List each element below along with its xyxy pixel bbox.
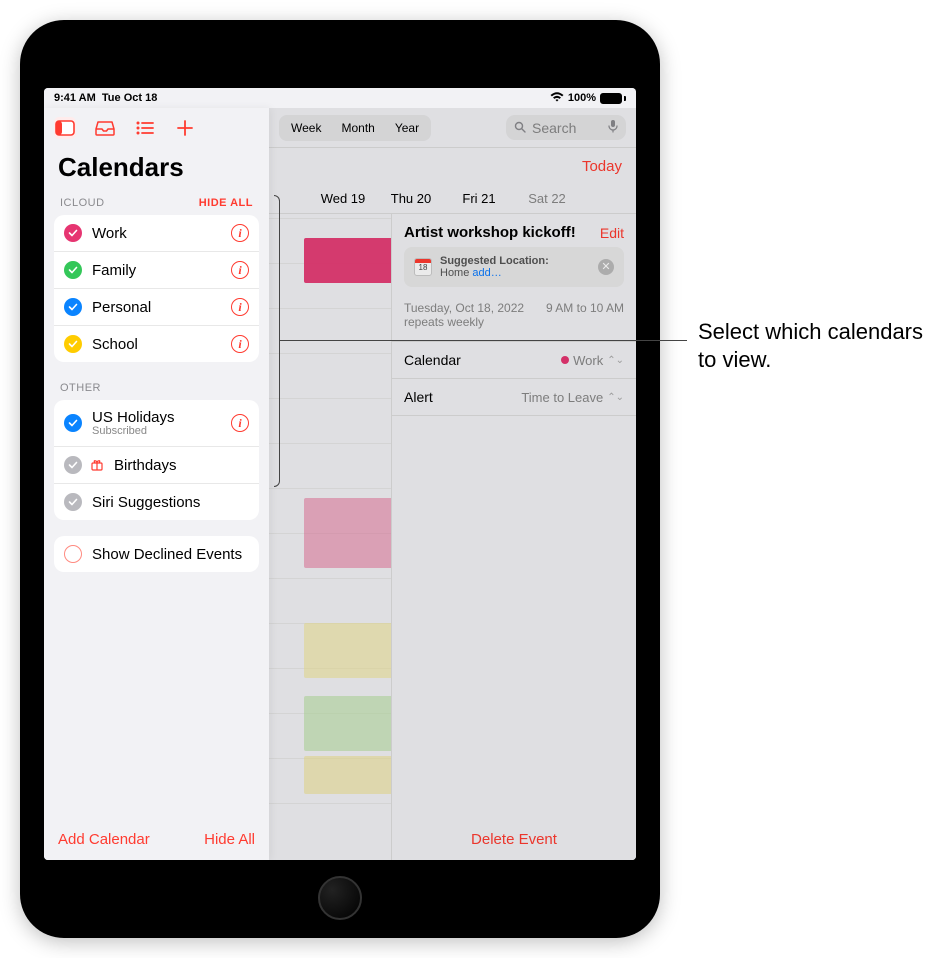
checkmark-icon[interactable] (64, 414, 82, 432)
calendar-item-work[interactable]: Work i (54, 215, 259, 252)
calendar-item-birthdays[interactable]: Birthdays (54, 447, 259, 484)
checkmark-icon[interactable] (64, 335, 82, 353)
list-icon[interactable] (134, 117, 156, 139)
status-time: 9:41 AM Tue Oct 18 (54, 92, 157, 104)
info-icon[interactable]: i (231, 414, 249, 432)
calendar-item-family[interactable]: Family i (54, 252, 259, 289)
calendar-label: Birthdays (114, 457, 249, 474)
callout-bracket (274, 195, 280, 487)
status-right: 100% (550, 91, 626, 105)
battery-percent: 100% (568, 92, 596, 104)
sidebar-title: Calendars (44, 148, 269, 193)
gift-icon (90, 458, 104, 472)
calendar-item-personal[interactable]: Personal i (54, 289, 259, 326)
calendar-label: Family (92, 262, 221, 279)
show-declined-label: Show Declined Events (92, 546, 249, 563)
add-calendar-button[interactable]: Add Calendar (58, 831, 150, 848)
checkmark-icon[interactable] (64, 493, 82, 511)
info-icon[interactable]: i (231, 261, 249, 279)
calendar-label: Work (92, 225, 221, 242)
info-icon[interactable]: i (231, 298, 249, 316)
hide-all-icloud-button[interactable]: HIDE ALL (199, 197, 253, 209)
plus-icon[interactable] (174, 117, 196, 139)
declined-events-section: Show Declined Events (54, 536, 259, 572)
checkmark-icon[interactable] (64, 456, 82, 474)
calendar-label: School (92, 336, 221, 353)
checkmark-icon[interactable] (64, 298, 82, 316)
section-other-label: OTHER (60, 382, 101, 394)
sidebar-toolbar (44, 108, 269, 148)
screen: 9:41 AM Tue Oct 18 100% (44, 88, 636, 860)
dim-overlay (269, 108, 636, 860)
calendar-label: US Holidays (92, 409, 175, 426)
callout-text: Select which calendars to view. (698, 318, 938, 373)
ipad-frame: 9:41 AM Tue Oct 18 100% (20, 20, 660, 938)
checkmark-icon[interactable] (64, 224, 82, 242)
other-calendar-list: US Holidays Subscribed i Birthdays (54, 400, 259, 520)
calendar-item-siri[interactable]: Siri Suggestions (54, 484, 259, 520)
sidebar-footer: Add Calendar Hide All (44, 819, 269, 860)
home-button[interactable] (318, 876, 362, 920)
icloud-calendar-list: Work i Family i Personal i (54, 215, 259, 362)
calendar-item-usholidays[interactable]: US Holidays Subscribed i (54, 400, 259, 447)
calendar-label: Siri Suggestions (92, 494, 249, 511)
status-bar: 9:41 AM Tue Oct 18 100% (44, 88, 636, 108)
info-icon[interactable]: i (231, 335, 249, 353)
calendar-sublabel: Subscribed (92, 425, 221, 437)
calendar-item-school[interactable]: School i (54, 326, 259, 362)
section-icloud-label: ICLOUD (60, 197, 105, 209)
callout-leader-line (279, 340, 687, 341)
hide-all-button[interactable]: Hide All (204, 831, 255, 848)
empty-circle-icon[interactable] (64, 545, 82, 563)
inbox-icon[interactable] (94, 117, 116, 139)
info-icon[interactable]: i (231, 224, 249, 242)
checkmark-icon[interactable] (64, 261, 82, 279)
sidebar-toggle-icon[interactable] (54, 117, 76, 139)
calendars-sidebar: Calendars ICLOUD HIDE ALL Work i (44, 108, 269, 860)
calendar-label: Personal (92, 299, 221, 316)
show-declined-toggle[interactable]: Show Declined Events (54, 536, 259, 572)
main-content: Week Month Year Search (269, 108, 636, 860)
wifi-icon (550, 91, 564, 105)
battery-icon (600, 93, 626, 104)
